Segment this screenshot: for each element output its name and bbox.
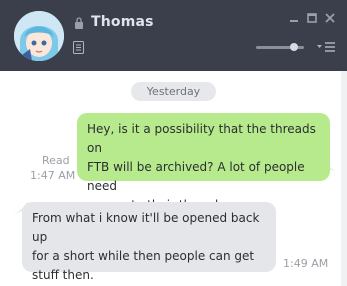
close-icon[interactable] — [324, 12, 336, 24]
message-line: stuff then. — [32, 268, 94, 282]
avatar-image — [14, 11, 64, 61]
title-bar: Thomas — [0, 0, 347, 71]
menu-icon[interactable] — [316, 40, 336, 54]
scrollbar[interactable] — [341, 71, 347, 286]
bubble-tail — [322, 159, 336, 171]
volume-slider-knob[interactable] — [290, 43, 299, 51]
message-time: 1:47 AM — [30, 169, 76, 182]
contact-name[interactable]: Thomas — [91, 14, 154, 30]
minimize-icon[interactable] — [288, 12, 300, 24]
message-line: Hey, is it a possibility that the thread… — [87, 122, 316, 155]
incoming-message-bubble[interactable]: From what i know it'll be opened back up… — [22, 202, 276, 282]
avatar[interactable] — [14, 11, 64, 61]
message-line: From what i know it'll be opened back up — [32, 211, 260, 244]
lock-icon — [75, 17, 83, 29]
outgoing-message-bubble[interactable]: Hey, is it a possibility that the thread… — [77, 113, 330, 212]
profile-icon[interactable] — [73, 41, 84, 54]
chat-area[interactable]: Yesterday Read 1:47 AM Hey, is it a poss… — [0, 71, 347, 286]
read-status: Read — [42, 154, 70, 167]
message-line: for a short while then people can get — [32, 249, 255, 263]
message-line: FTB will be archived? A lot of people ne… — [87, 160, 305, 193]
volume-slider[interactable] — [256, 43, 304, 51]
date-divider: Yesterday — [131, 82, 216, 101]
message-time: 1:49 AM — [283, 257, 329, 270]
maximize-icon[interactable] — [306, 12, 318, 24]
